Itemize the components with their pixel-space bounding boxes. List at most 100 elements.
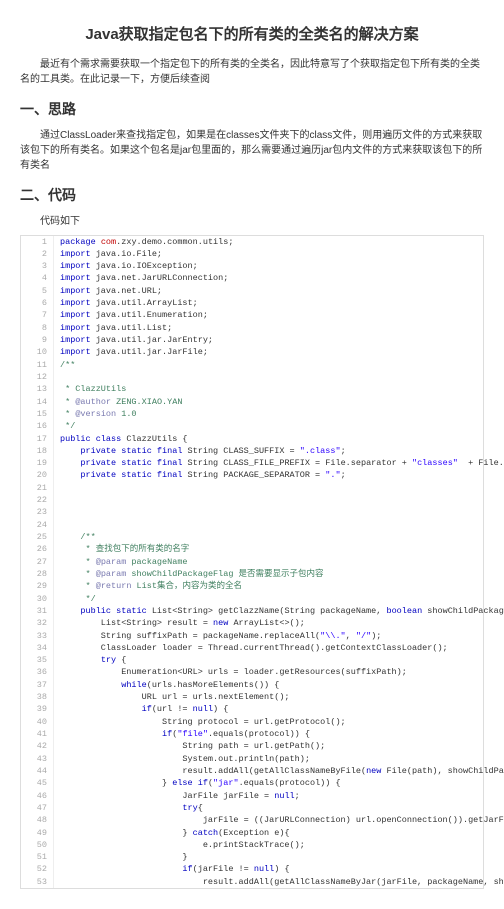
code-line: 15 * @version 1.0	[21, 408, 483, 420]
line-number: 43	[21, 753, 54, 765]
code-line: 17public class ClazzUtils {	[21, 433, 483, 445]
line-number: 5	[21, 285, 54, 297]
line-number: 36	[21, 666, 54, 678]
line-number: 28	[21, 568, 54, 580]
code-line: 11/**	[21, 359, 483, 371]
code-source: ClassLoader loader = Thread.currentThrea…	[54, 642, 483, 654]
code-source: * @author ZENG.XIAO.YAN	[54, 396, 483, 408]
line-number: 53	[21, 876, 54, 888]
line-number: 21	[21, 482, 54, 494]
code-source: private static final String CLASS_FILE_P…	[54, 457, 504, 469]
line-number: 45	[21, 777, 54, 789]
line-number: 50	[21, 839, 54, 851]
code-line: 9import java.util.jar.JarEntry;	[21, 334, 483, 346]
code-source: import java.net.URL;	[54, 285, 483, 297]
line-number: 34	[21, 642, 54, 654]
line-number: 42	[21, 740, 54, 752]
code-line: 2import java.io.File;	[21, 248, 483, 260]
code-line: 7import java.util.Enumeration;	[21, 309, 483, 321]
line-number: 44	[21, 765, 54, 777]
code-source: Enumeration<URL> urls = loader.getResour…	[54, 666, 483, 678]
code-source: if("file".equals(protocol)) {	[54, 728, 483, 740]
code-line: 28 * @param showChildPackageFlag 是否需要显示子…	[21, 568, 483, 580]
line-number: 33	[21, 630, 54, 642]
line-number: 30	[21, 593, 54, 605]
code-source: System.out.println(path);	[54, 753, 483, 765]
code-source: import java.util.jar.JarEntry;	[54, 334, 483, 346]
line-number: 22	[21, 494, 54, 506]
line-number: 7	[21, 309, 54, 321]
line-number: 27	[21, 556, 54, 568]
code-line: 14 * @author ZENG.XIAO.YAN	[21, 396, 483, 408]
code-source: String path = url.getPath();	[54, 740, 483, 752]
line-number: 29	[21, 580, 54, 592]
code-line: 32 List<String> result = new ArrayList<>…	[21, 617, 483, 629]
code-block: 1package com.zxy.demo.common.utils;2impo…	[20, 235, 484, 890]
code-line: 26 * 查找包下的所有类的名字	[21, 543, 483, 555]
line-number: 1	[21, 236, 54, 248]
code-source	[54, 506, 483, 518]
code-source: * ClazzUtils	[54, 383, 483, 395]
line-number: 18	[21, 445, 54, 457]
code-line: 25 /**	[21, 531, 483, 543]
code-line: 20 private static final String PACKAGE_S…	[21, 469, 483, 481]
code-source: while(urls.hasMoreElements()) {	[54, 679, 483, 691]
code-line: 41 if("file".equals(protocol)) {	[21, 728, 483, 740]
line-number: 8	[21, 322, 54, 334]
code-source: if(url != null) {	[54, 703, 483, 715]
line-number: 38	[21, 691, 54, 703]
code-line: 39 if(url != null) {	[21, 703, 483, 715]
code-source: try{	[54, 802, 483, 814]
line-number: 47	[21, 802, 54, 814]
section-heading-1: 一、思路	[20, 99, 484, 120]
code-line: 46 JarFile jarFile = null;	[21, 790, 483, 802]
intro-paragraph: 最近有个需求需要获取一个指定包下的所有类的全类名，因此特意写了个获取指定包下所有…	[20, 57, 484, 87]
code-source: import java.util.List;	[54, 322, 483, 334]
code-source: /**	[54, 359, 483, 371]
code-source: import java.net.JarURLConnection;	[54, 272, 483, 284]
code-source: result.addAll(getAllClassNameByFile(new …	[54, 765, 504, 777]
code-source: e.printStackTrace();	[54, 839, 483, 851]
code-source: * @version 1.0	[54, 408, 483, 420]
code-source: import java.io.IOException;	[54, 260, 483, 272]
code-line: 22	[21, 494, 483, 506]
code-source: } else if("jar".equals(protocol)) {	[54, 777, 483, 789]
code-source: * @param packageName	[54, 556, 483, 568]
page-title: Java获取指定包名下的所有类的全类名的解决方案	[20, 24, 484, 47]
code-line: 30 */	[21, 593, 483, 605]
code-source	[54, 494, 483, 506]
line-number: 20	[21, 469, 54, 481]
line-number: 9	[21, 334, 54, 346]
code-source: */	[54, 593, 483, 605]
code-line: 29 * @return List集合，内容为类的全名	[21, 580, 483, 592]
code-line: 44 result.addAll(getAllClassNameByFile(n…	[21, 765, 483, 777]
line-number: 12	[21, 371, 54, 383]
code-line: 12	[21, 371, 483, 383]
code-line: 1package com.zxy.demo.common.utils;	[21, 236, 483, 248]
code-line: 8import java.util.List;	[21, 322, 483, 334]
code-source	[54, 519, 483, 531]
line-number: 11	[21, 359, 54, 371]
line-number: 26	[21, 543, 54, 555]
code-source: try {	[54, 654, 483, 666]
code-line: 16 */	[21, 420, 483, 432]
code-source: import java.util.Enumeration;	[54, 309, 483, 321]
code-source	[54, 371, 483, 383]
line-number: 52	[21, 863, 54, 875]
line-number: 15	[21, 408, 54, 420]
line-number: 13	[21, 383, 54, 395]
line-number: 19	[21, 457, 54, 469]
code-source: if(jarFile != null) {	[54, 863, 483, 875]
code-line: 37 while(urls.hasMoreElements()) {	[21, 679, 483, 691]
line-number: 17	[21, 433, 54, 445]
line-number: 32	[21, 617, 54, 629]
code-line: 24	[21, 519, 483, 531]
code-line: 51 }	[21, 851, 483, 863]
code-source: result.addAll(getAllClassNameByJar(jarFi…	[54, 876, 504, 888]
line-number: 10	[21, 346, 54, 358]
code-line: 42 String path = url.getPath();	[21, 740, 483, 752]
code-line: 6import java.util.ArrayList;	[21, 297, 483, 309]
code-source: * @param showChildPackageFlag 是否需要显示子包内容	[54, 568, 483, 580]
code-line: 48 jarFile = ((JarURLConnection) url.ope…	[21, 814, 483, 826]
code-line: 45 } else if("jar".equals(protocol)) {	[21, 777, 483, 789]
